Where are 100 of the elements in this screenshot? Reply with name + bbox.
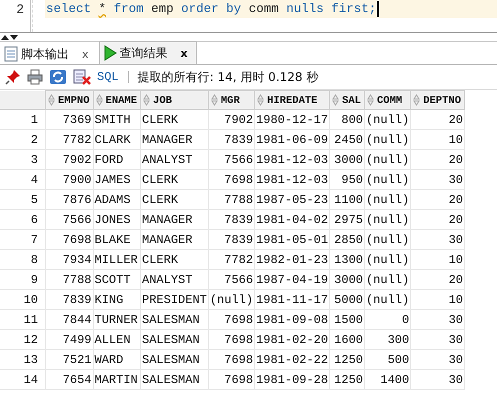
table-cell: 7698 [208,170,255,190]
table-cell: CLARK [93,130,141,150]
table-cell: 10 [410,130,465,150]
table-cell: 1300 [330,250,364,270]
tab-label[interactable]: 脚本输出 [21,46,69,62]
table-cell: 2450 [330,130,364,150]
sort-icon[interactable] [332,94,340,106]
table-cell: 30 [410,230,465,250]
table-cell: 7839 [208,130,255,150]
table-cell: 3000 [330,270,364,290]
table-cell: 7844 [46,310,94,330]
column-header[interactable]: DEPTNO [410,90,465,110]
column-header[interactable]: HIREDATE [254,90,330,110]
table-cell: ANALYST [140,270,208,290]
line-number: 2 [16,2,25,19]
sort-icon[interactable] [143,94,150,106]
close-tab-button[interactable]: x [180,46,188,60]
column-header[interactable]: ENAME [93,90,141,110]
table-cell: 7698 [46,230,94,250]
table-cell: SALESMAN [140,330,208,350]
table-cell: 1982-01-23 [254,250,330,270]
row-number: 7 [0,230,46,250]
table-cell: 7782 [46,130,94,150]
table-cell: (null) [364,130,411,150]
table-cell: 2975 [330,210,364,230]
printer-icon[interactable] [27,69,43,85]
table-cell: 300 [364,330,411,350]
table-cell: MANAGER [140,210,208,230]
column-header[interactable]: COMM [364,90,411,110]
sort-icon[interactable] [366,94,374,106]
table-cell: 1981-05-01 [254,230,330,250]
splitter-arrows-icon[interactable] [1,34,19,41]
column-header[interactable]: MGR [208,90,255,110]
table-cell: 1981-02-22 [254,350,330,370]
sort-icon[interactable] [413,94,420,106]
table-cell: 1100 [330,190,364,210]
table-cell: 10 [410,250,465,270]
refresh-icon[interactable] [49,69,67,85]
sort-icon[interactable] [96,94,103,106]
table-cell: 1981-09-08 [254,310,330,330]
tab-label[interactable]: 查询结果 [120,44,168,62]
table-cell: 7876 [46,190,94,210]
document-icon [4,46,18,62]
table-cell: SALESMAN [140,370,208,390]
fetch-status: 提取的所有行: 14, 用时 0.128 秒 [138,68,318,86]
table-cell: 7839 [208,210,255,230]
table-cell: 0 [364,310,411,330]
delete-grid-icon[interactable] [73,69,91,85]
sort-icon[interactable] [210,94,218,106]
table-cell: 1980-12-17 [254,110,330,130]
table-cell: 7698 [208,330,255,350]
close-tab-button[interactable]: x [82,48,89,60]
table-cell: 7900 [46,170,94,190]
table-cell: (null) [364,230,411,250]
sort-icon[interactable] [257,94,264,106]
pin-icon[interactable] [5,69,21,85]
table-cell: MARTIN [93,370,141,390]
sql-link[interactable]: SQL [97,70,119,84]
table-cell: 30 [410,310,465,330]
row-number: 8 [0,250,46,270]
tab[interactable]: 脚本输出 x [1,44,97,64]
table-cell: (null) [364,250,411,270]
table-cell: 30 [410,330,465,350]
sort-icon[interactable] [48,94,55,106]
table-cell: SALESMAN [140,350,208,370]
table-cell: 30 [410,350,465,370]
table-cell: 20 [410,190,465,210]
play-icon [102,45,117,61]
table-cell: 2850 [330,230,364,250]
table-cell: MANAGER [140,230,208,250]
table-cell: 7788 [46,270,94,290]
table-cell: 7902 [46,150,94,170]
table-cell: (null) [364,110,411,130]
table-cell: SCOTT [93,270,141,290]
row-number: 11 [0,310,46,330]
table-cell: 20 [410,150,465,170]
column-header[interactable]: SAL [330,90,364,110]
table-cell: 7521 [46,350,94,370]
row-number: 5 [0,190,46,210]
column-header[interactable]: EMPNO [46,90,94,110]
table-cell: 1981-02-20 [254,330,330,350]
table-cell: FORD [93,150,141,170]
table-cell: 950 [330,170,364,190]
table-cell: 1987-05-23 [254,190,330,210]
table-cell: 7698 [208,370,255,390]
tab[interactable]: 查询结果 x [98,41,197,64]
table-cell: ALLEN [93,330,141,350]
table-cell: 1987-04-19 [254,270,330,290]
table-cell: 30 [410,170,465,190]
table-cell: (null) [364,190,411,210]
table-cell: CLERK [140,170,208,190]
table-cell: WARD [93,350,141,370]
column-header[interactable]: JOB [140,90,208,110]
row-number: 1 [0,110,46,130]
row-number: 10 [0,290,46,310]
table-cell: PRESIDENT [140,290,208,310]
table-cell: 20 [410,210,465,230]
row-number: 12 [0,330,46,350]
table-cell: 7934 [46,250,94,270]
table-cell: CLERK [140,110,208,130]
